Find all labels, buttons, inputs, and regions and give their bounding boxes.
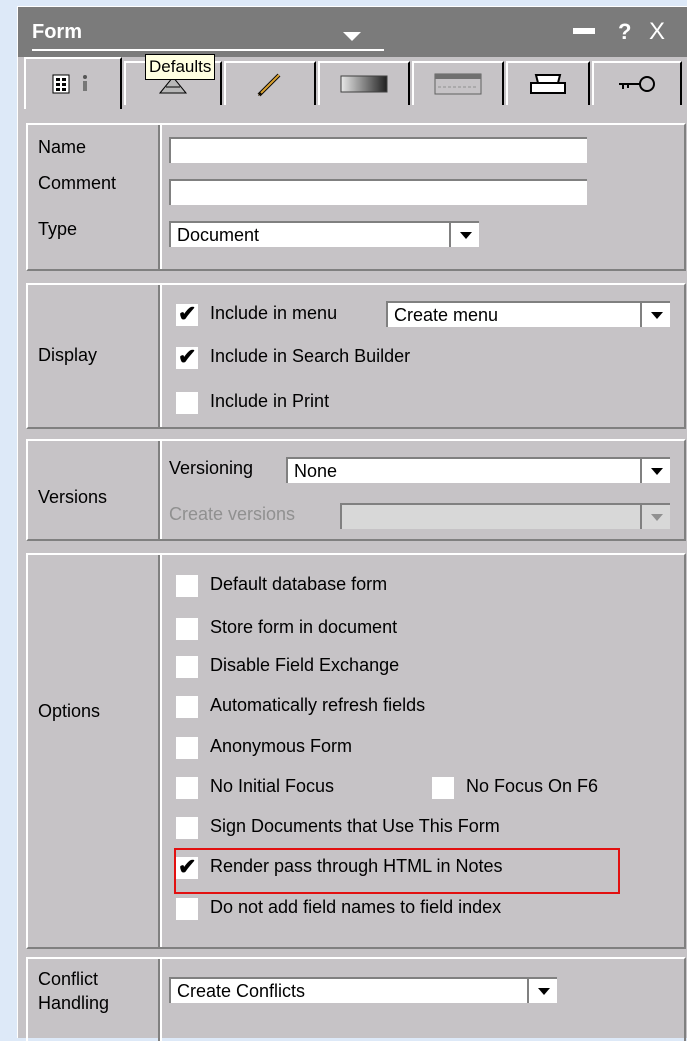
tab-header[interactable] [412, 61, 504, 105]
section-divider [158, 441, 162, 539]
versioning-select[interactable]: None [286, 457, 670, 483]
create-versions-label: Create versions [169, 504, 296, 524]
option-label: Do not add field names to field index [210, 897, 502, 917]
menu-type-select[interactable]: Create menu [386, 301, 670, 327]
type-label: Type [38, 219, 78, 239]
auto-refresh-checkbox[interactable] [176, 696, 198, 718]
versions-section: Versions Versioning None Create versions [26, 439, 686, 541]
basics-section: Name Comment Type Document [26, 123, 686, 271]
pen-icon [257, 73, 281, 97]
name-field[interactable] [169, 137, 587, 163]
option-label: Default database form [210, 574, 388, 594]
tab-info[interactable] [24, 57, 122, 109]
help-button[interactable]: ? [618, 19, 631, 45]
title-underline [32, 49, 384, 51]
handling-label: Handling [38, 993, 110, 1013]
option-label: Anonymous Form [210, 736, 353, 756]
no-field-index-checkbox[interactable] [176, 898, 198, 920]
form-properties-window: Form ? X Defaults Name Comment Type Docu… [17, 6, 687, 1041]
background-icon [340, 75, 388, 93]
include-search-label: Include in Search Builder [210, 346, 411, 366]
key-icon [619, 76, 655, 92]
window-title: Form [32, 21, 82, 43]
options-label: Options [38, 701, 101, 721]
store-form-checkbox[interactable] [176, 618, 198, 640]
tab-hide-when[interactable] [224, 61, 316, 105]
option-label: Automatically refresh fields [210, 695, 426, 715]
include-print-label: Include in Print [210, 391, 330, 411]
versions-label: Versions [38, 487, 108, 507]
close-button[interactable]: X [649, 18, 665, 46]
tab-background[interactable] [318, 61, 410, 105]
chevron-down-icon[interactable] [640, 459, 670, 483]
chevron-down-icon[interactable] [343, 32, 361, 41]
create-versions-select[interactable] [340, 503, 670, 529]
display-label: Display [38, 345, 98, 365]
section-divider [158, 285, 162, 427]
section-divider [158, 555, 162, 947]
tab-security[interactable] [592, 61, 682, 105]
defaults-tooltip: Defaults [145, 54, 216, 80]
header-icon [434, 73, 482, 95]
option-label: Disable Field Exchange [210, 655, 400, 675]
info-icon [52, 74, 87, 94]
include-menu-checkbox[interactable]: ✔ [176, 301, 198, 326]
title-bar[interactable]: Form ? X [18, 7, 687, 57]
chevron-down-icon[interactable] [640, 505, 670, 529]
section-divider [158, 125, 162, 269]
type-select[interactable]: Document [169, 221, 479, 247]
conflict-section: Conflict Handling Create Conflicts [26, 957, 686, 1041]
chevron-down-icon[interactable] [449, 223, 479, 247]
anonymous-form-checkbox[interactable] [176, 737, 198, 759]
checkmark-icon: ✔ [178, 301, 197, 326]
option-label: No Focus On F6 [466, 776, 599, 796]
include-search-checkbox[interactable]: ✔ [176, 344, 198, 369]
minimize-icon[interactable] [573, 28, 595, 34]
printer-icon [530, 74, 566, 94]
comment-field[interactable] [169, 179, 587, 205]
section-divider [158, 959, 162, 1041]
sign-documents-checkbox[interactable] [176, 817, 198, 839]
include-menu-label: Include in menu [210, 303, 338, 323]
versioning-label: Versioning [169, 458, 254, 478]
no-focus-f6-checkbox[interactable] [432, 777, 454, 799]
default-form-checkbox[interactable] [176, 575, 198, 597]
type-value: Document [177, 225, 260, 245]
disable-field-exchange-checkbox[interactable] [176, 656, 198, 678]
option-label: Store form in document [210, 617, 398, 637]
menu-type-value: Create menu [394, 305, 499, 325]
chevron-down-icon[interactable] [640, 303, 670, 327]
comment-label: Comment [38, 173, 117, 193]
tab-strip [18, 57, 687, 109]
name-label: Name [38, 137, 87, 157]
checkmark-icon: ✔ [178, 344, 197, 369]
option-label: No Initial Focus [210, 776, 335, 796]
option-label: Sign Documents that Use This Form [210, 816, 500, 836]
highlight-box [174, 848, 620, 894]
tab-print[interactable] [506, 61, 590, 105]
conflict-label: Conflict [38, 969, 99, 989]
chevron-down-icon[interactable] [527, 979, 557, 1003]
display-section: Display ✔ Include in menu Create menu ✔ … [26, 283, 686, 429]
no-initial-focus-checkbox[interactable] [176, 777, 198, 799]
conflict-select[interactable]: Create Conflicts [169, 977, 557, 1003]
conflict-value: Create Conflicts [177, 981, 306, 1001]
include-print-checkbox[interactable] [176, 392, 198, 414]
versioning-value: None [294, 461, 338, 481]
